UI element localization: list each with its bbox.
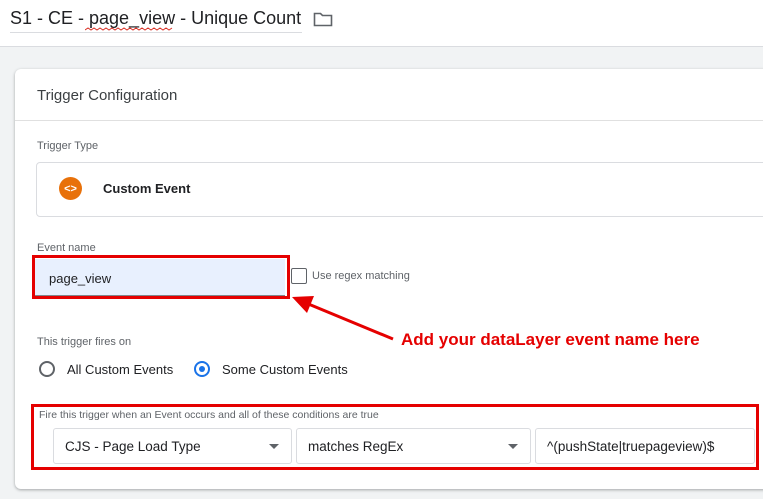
radio-all-custom-events[interactable] [39, 361, 55, 377]
trigger-type-label: Trigger Type [37, 140, 99, 152]
event-name-label: Event name [37, 242, 96, 254]
condition-variable-select[interactable]: CJS - Page Load Type [53, 428, 292, 464]
condition-value-input[interactable]: ^(pushState|truepageview)$ [535, 428, 755, 464]
radio-label-all-custom-events: All Custom Events [67, 362, 174, 377]
card-title: Trigger Configuration [37, 87, 178, 104]
condition-value-text: ^(pushState|truepageview)$ [547, 439, 715, 454]
condition-variable-value: CJS - Page Load Type [65, 439, 201, 454]
regex-checkbox[interactable] [291, 268, 307, 284]
spellcheck-underline [85, 27, 173, 31]
folder-icon[interactable] [313, 11, 333, 27]
radio-selected-dot [199, 366, 205, 372]
annotation-text: Add your dataLayer event name here [401, 330, 700, 349]
chevron-down-icon [269, 444, 279, 449]
trigger-type-selector[interactable]: <> Custom Event [36, 162, 763, 217]
fires-on-label: This trigger fires on [37, 336, 132, 348]
top-bar: S1 - CE - page_view - Unique Count [0, 0, 763, 47]
condition-label: Fire this trigger when an Event occurs a… [39, 409, 379, 421]
radio-some-custom-events[interactable] [194, 361, 210, 377]
condition-operator-select[interactable]: matches RegEx [296, 428, 531, 464]
custom-event-icon: <> [59, 177, 82, 200]
trigger-type-name: Custom Event [103, 181, 191, 196]
card-header: Trigger Configuration [15, 69, 763, 121]
event-name-highlight [32, 255, 290, 299]
condition-row-highlight: Fire this trigger when an Event occurs a… [31, 404, 759, 470]
trigger-configuration-card: Trigger Configuration Trigger Type <> Cu… [15, 69, 763, 489]
radio-label-some-custom-events: Some Custom Events [222, 362, 348, 377]
regex-checkbox-label: Use regex matching [312, 270, 410, 282]
chevron-down-icon [508, 444, 518, 449]
condition-operator-value: matches RegEx [308, 439, 404, 454]
trigger-name-field[interactable]: S1 - CE - page_view - Unique Count [10, 8, 301, 29]
title-underline [10, 32, 302, 33]
